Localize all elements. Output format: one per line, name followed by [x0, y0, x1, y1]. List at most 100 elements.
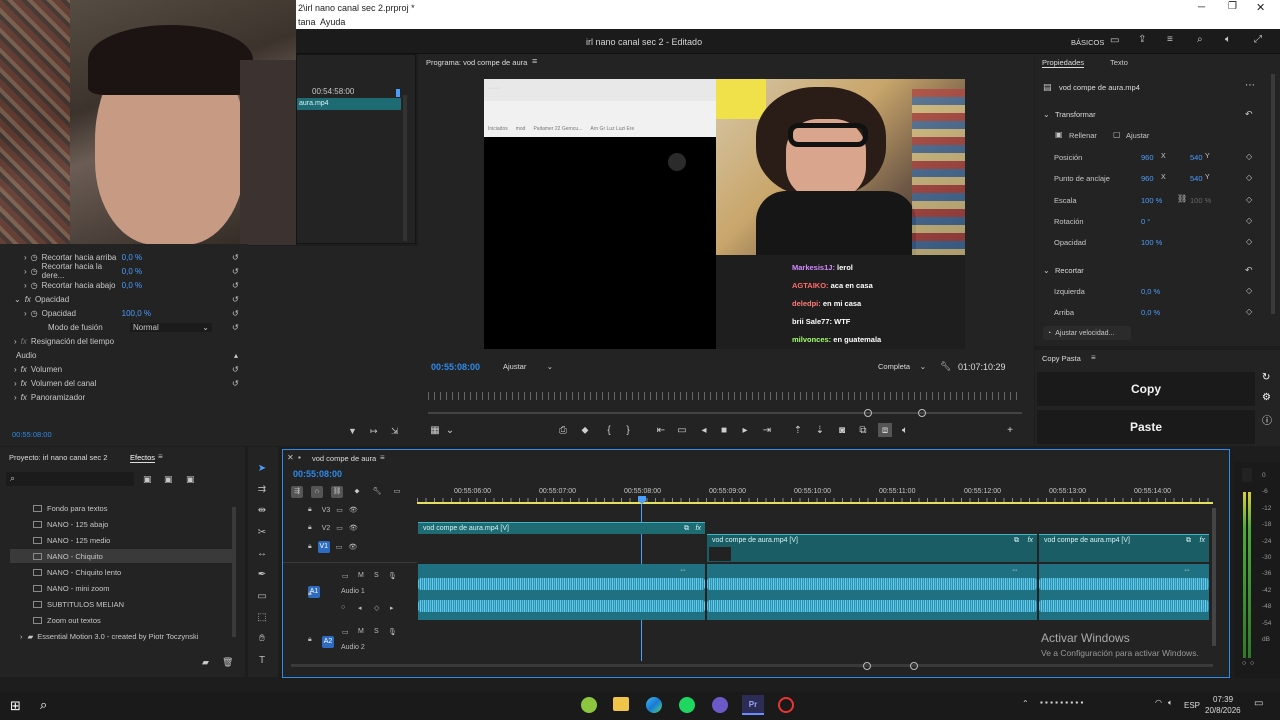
- tab-texto[interactable]: Texto: [1110, 58, 1128, 67]
- keyframe-icon[interactable]: ◇: [1246, 152, 1252, 161]
- video-clip[interactable]: vod compe de aura.mp4 [V] ⧉ fx: [1039, 534, 1209, 562]
- marker-icon[interactable]: ⬥: [578, 423, 592, 437]
- timeline-hscroll[interactable]: [291, 664, 1213, 667]
- workspace-label[interactable]: BÁSICOS: [1071, 38, 1104, 47]
- menu-lines-icon[interactable]: ≡: [1167, 34, 1173, 45]
- spotify-icon[interactable]: [679, 697, 695, 713]
- ec-row-value[interactable]: 0,0 %: [122, 267, 142, 276]
- mute-icon[interactable]: M: [358, 572, 364, 579]
- volume-knob-icon[interactable]: ○: [341, 604, 345, 611]
- list-item[interactable]: NANO - 125 medio: [33, 533, 110, 547]
- timeline-ruler[interactable]: 00:55:06:00 00:55:07:00 00:55:08:00 00:5…: [417, 486, 1213, 504]
- chevron-right-icon[interactable]: ›: [24, 309, 27, 318]
- windows-start-icon[interactable]: ⊞: [10, 698, 21, 714]
- close-icon[interactable]: ✕: [287, 453, 294, 462]
- linked-selection-icon[interactable]: ⛓: [331, 486, 343, 498]
- tab-effects[interactable]: Efectos: [130, 453, 156, 463]
- proxy-icon[interactable]: ⧈: [878, 423, 892, 437]
- gear-icon[interactable]: ⚙: [1262, 392, 1271, 403]
- tray-app-icons[interactable]: ▪ ▪ ▪ ▪ ▪ ▪ ▪ ▪ ▪: [1040, 698, 1083, 707]
- fit-icon[interactable]: ▢: [1113, 130, 1121, 139]
- eye-icon[interactable]: 👁︎: [349, 524, 358, 532]
- speaker-icon[interactable]: 🔈︎: [1168, 698, 1173, 708]
- reset-icon[interactable]: ↺: [232, 295, 239, 304]
- list-item[interactable]: NANO - mini zoom: [33, 581, 110, 595]
- sync-icon[interactable]: ▭: [336, 506, 343, 514]
- chevron-right-icon[interactable]: ›: [24, 267, 27, 276]
- paste-button[interactable]: Paste: [1037, 410, 1255, 444]
- marker-icon[interactable]: ⬥: [351, 486, 363, 498]
- ec-audio-row[interactable]: › fx Volumen del canal ↺: [14, 376, 244, 390]
- menu-lines-icon[interactable]: ≡: [532, 56, 537, 66]
- timeline-vscroll[interactable]: [1212, 508, 1216, 646]
- solo-icon[interactable]: S: [374, 628, 379, 635]
- captions-icon[interactable]: ▭: [391, 486, 403, 498]
- link-icon[interactable]: ⛓: [1177, 194, 1187, 203]
- list-item[interactable]: NANO - Chiquito lento: [33, 565, 121, 579]
- wrench-icon[interactable]: 🔧︎: [940, 361, 951, 372]
- nest-icon[interactable]: ⇶: [291, 486, 303, 498]
- rotation-value[interactable]: 0 °: [1141, 217, 1150, 226]
- wifi-icon[interactable]: ◠: [1155, 698, 1162, 707]
- ec-row-value[interactable]: 0,0 %: [122, 281, 142, 290]
- keyframe-icon[interactable]: ◇: [1246, 216, 1252, 225]
- tab-propiedades[interactable]: Propiedades: [1042, 58, 1085, 68]
- chevron-right-icon[interactable]: ›: [20, 632, 23, 641]
- list-item[interactable]: Fondo para textos: [33, 501, 107, 515]
- list-item[interactable]: SUBTITULOS MELIAN: [33, 597, 124, 611]
- premiere-icon[interactable]: Pr: [742, 695, 764, 715]
- chevron-right-icon[interactable]: ›: [14, 365, 17, 374]
- audio-clip[interactable]: ⇔: [1039, 564, 1209, 620]
- ec-time-remap[interactable]: › fx Resignación del tiempo: [14, 334, 244, 348]
- timeline-zoom-handle-right[interactable]: [910, 662, 918, 670]
- fit-select[interactable]: Ajustar ⌄: [499, 359, 557, 373]
- mute-icon[interactable]: M: [358, 628, 364, 635]
- menu-lines-icon[interactable]: ≡: [380, 453, 385, 462]
- crop-header[interactable]: Recortar: [1055, 266, 1084, 275]
- clock-date[interactable]: 20/8/2026: [1205, 706, 1241, 715]
- chevron-down-icon[interactable]: ⌄: [1043, 110, 1050, 119]
- keyframe-icon[interactable]: ◇: [1246, 307, 1252, 316]
- transform-header[interactable]: Transformar: [1055, 110, 1096, 119]
- ec-opacity-section[interactable]: ⌄ fx Opacidad ↺: [14, 292, 244, 306]
- mic-icon[interactable]: 🎙︎: [388, 628, 397, 636]
- clock-time[interactable]: 07:39: [1213, 695, 1233, 704]
- fullscreen-icon[interactable]: ⤢: [1254, 34, 1262, 45]
- menu-lines-icon[interactable]: ≡: [158, 452, 163, 461]
- timeline-zoom-handle-left[interactable]: [863, 662, 871, 670]
- type-icon[interactable]: T: [255, 653, 269, 667]
- reset-icon[interactable]: ↺: [232, 309, 239, 318]
- pen-icon[interactable]: ✒: [255, 567, 269, 581]
- extract-icon[interactable]: ⇣: [813, 423, 827, 437]
- program-timecode[interactable]: 00:55:08:00: [431, 362, 480, 372]
- lock-icon[interactable]: 🔒︎: [308, 636, 312, 644]
- tab-project[interactable]: Proyecto: irl nano canal sec 2: [9, 453, 107, 462]
- program-zoom-handle-right[interactable]: [918, 409, 926, 417]
- app-purple-icon[interactable]: [712, 697, 728, 713]
- sync-icon[interactable]: ▭: [342, 628, 349, 636]
- reset-icon[interactable]: ↺: [232, 323, 239, 332]
- work-area-bar[interactable]: [417, 502, 1213, 504]
- anchor-y-value[interactable]: 540: [1190, 174, 1203, 183]
- wrench-icon[interactable]: 🔧︎: [371, 486, 383, 498]
- stop-icon[interactable]: ■: [717, 423, 731, 437]
- source-playhead[interactable]: [396, 89, 400, 97]
- audio-clip[interactable]: ⇔: [707, 564, 1037, 620]
- list-item[interactable]: NANO - 125 abajo: [33, 517, 108, 531]
- list-item-selected[interactable]: NANO - Chiquito: [10, 549, 234, 563]
- position-y-value[interactable]: 540: [1190, 153, 1203, 162]
- lift-icon[interactable]: ⇡: [791, 423, 805, 437]
- chevron-down-icon[interactable]: ⌄: [1043, 266, 1050, 275]
- rectangle-icon[interactable]: ▭: [255, 589, 269, 603]
- audio-clip[interactable]: ⇔: [418, 564, 705, 620]
- new-bin-icon-3[interactable]: ▣: [186, 474, 195, 485]
- list-item[interactable]: Zoom out textos: [33, 613, 101, 627]
- properties-scrollbar[interactable]: [1271, 74, 1275, 314]
- project-scrollbar[interactable]: [232, 507, 236, 637]
- export-icon[interactable]: ⇲: [391, 426, 399, 437]
- keyframe-icon[interactable]: ◇: [1246, 237, 1252, 246]
- chevron-down-icon[interactable]: ⌄: [443, 423, 457, 437]
- hand-icon[interactable]: ✋︎: [255, 631, 269, 645]
- minimize-icon[interactable]: ─: [1198, 2, 1205, 13]
- search-icon[interactable]: ⌕: [40, 697, 47, 713]
